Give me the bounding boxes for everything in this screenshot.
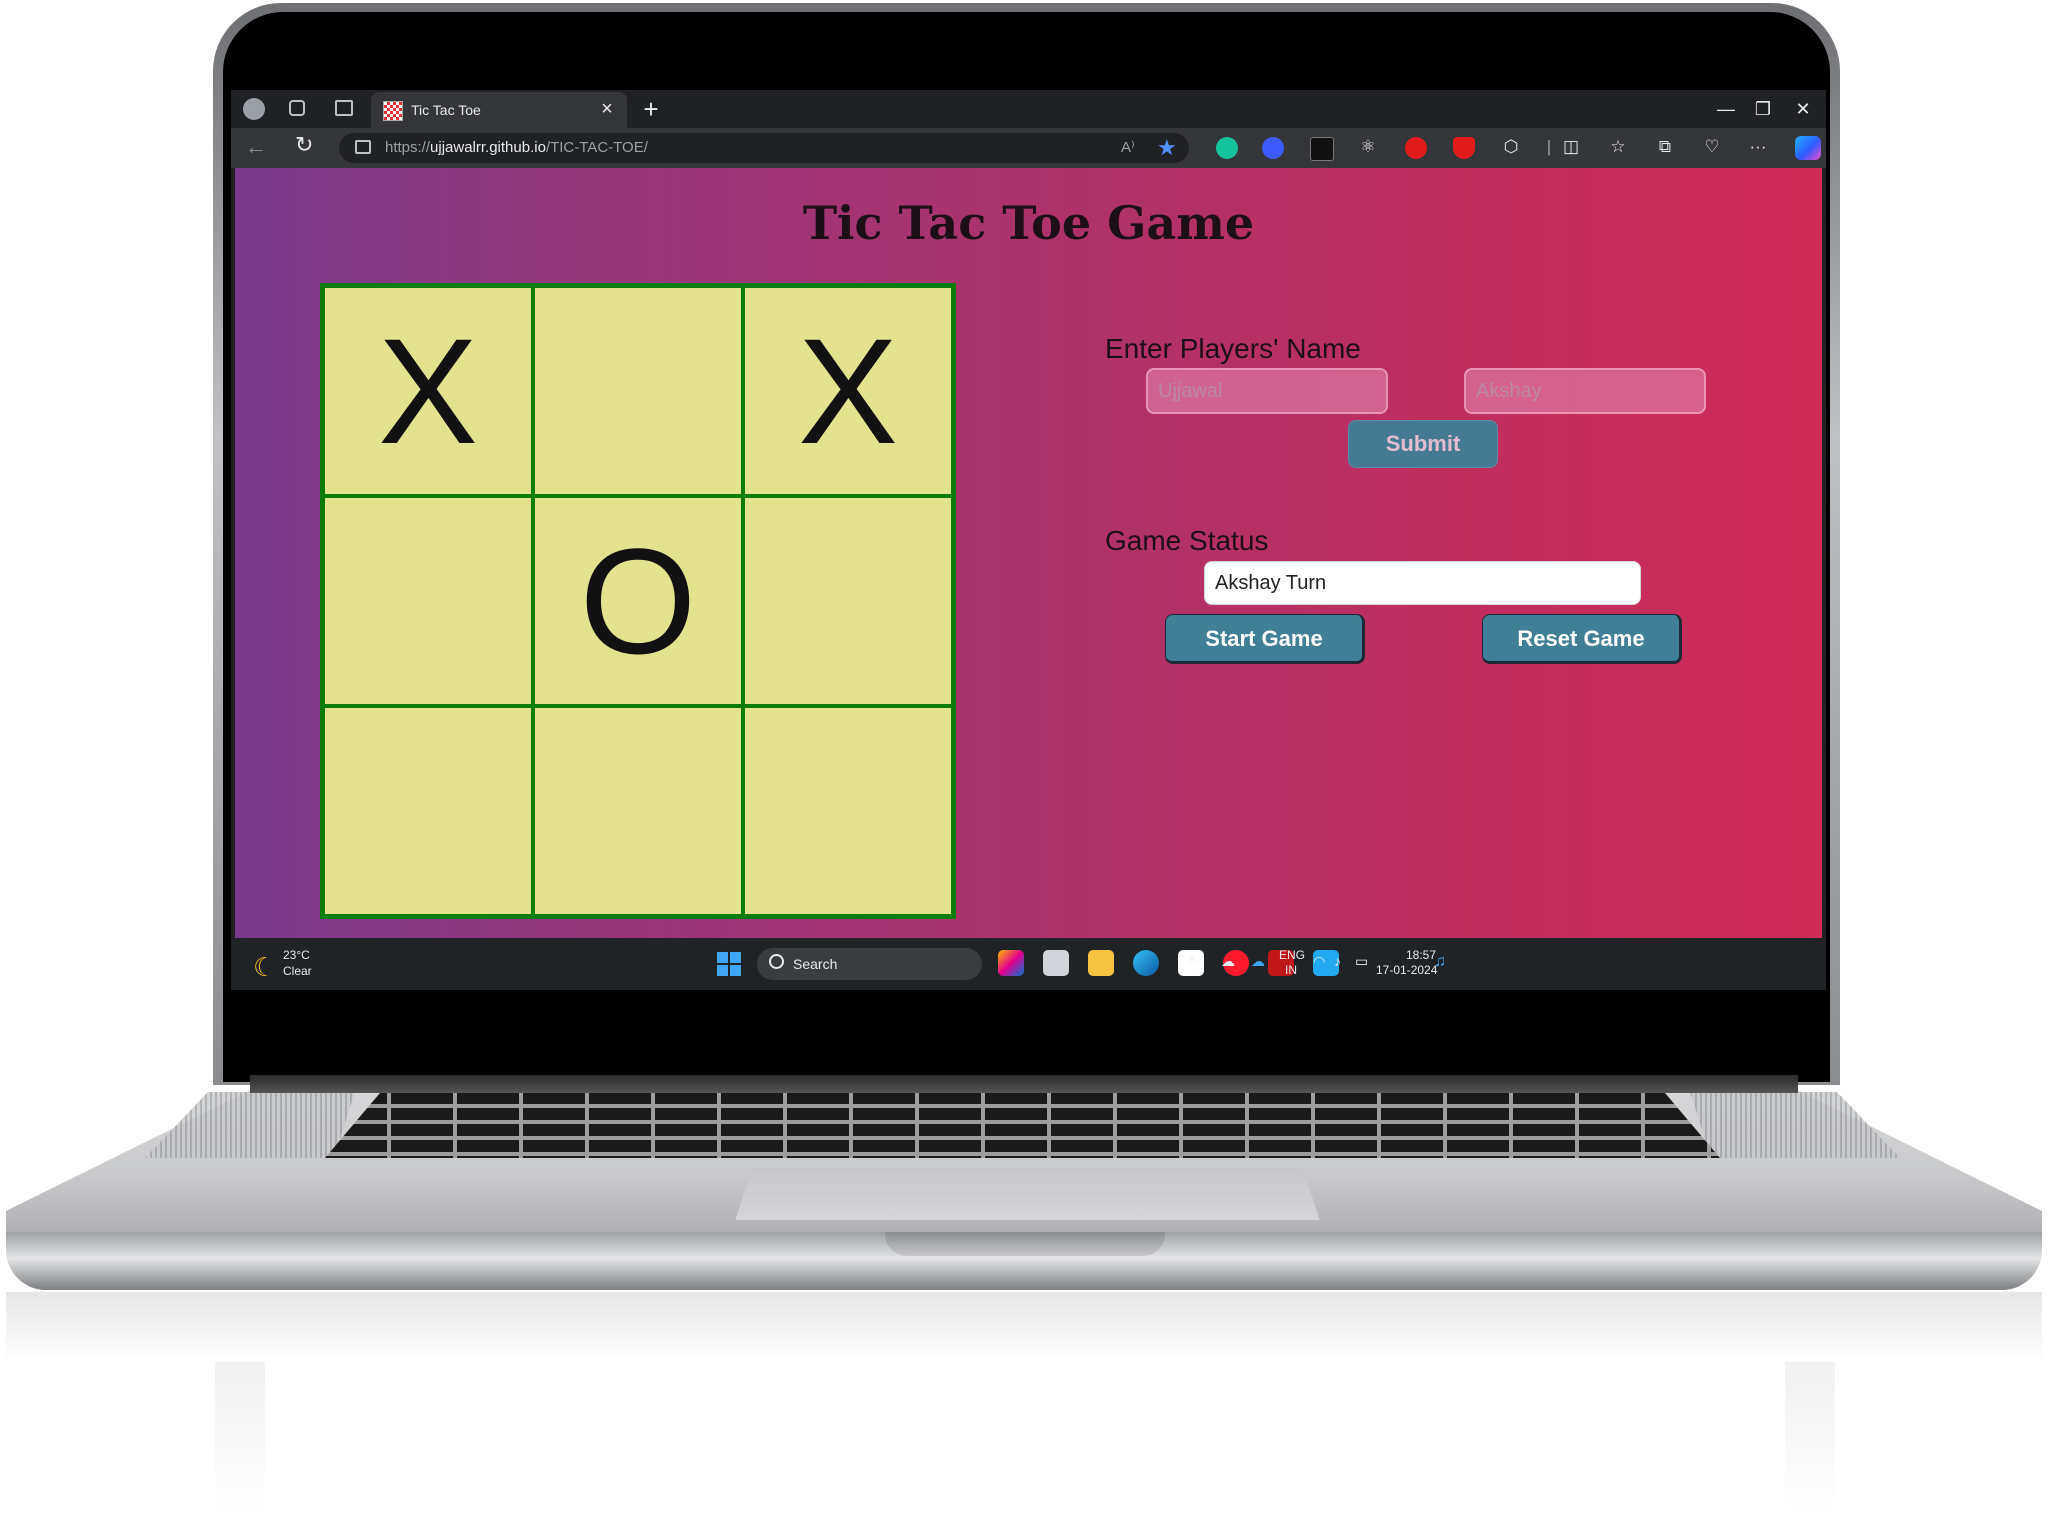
extension-icon[interactable] — [1310, 137, 1334, 161]
board-cell[interactable]: X — [743, 286, 953, 496]
tab-title: Tic Tac Toe — [411, 102, 481, 118]
copilot-app-icon[interactable] — [998, 950, 1024, 976]
clock-date[interactable]: 17-01-2024 — [1376, 963, 1437, 977]
profile-icon[interactable] — [243, 98, 265, 120]
language-indicator-bottom[interactable]: IN — [1285, 963, 1297, 977]
extensions-puzzle-icon[interactable]: ⬡ — [1501, 137, 1521, 157]
reset-game-button[interactable]: Reset Game — [1482, 614, 1682, 664]
laptop-reflection-right — [1785, 1362, 1835, 1512]
board-cell[interactable] — [323, 706, 533, 916]
player2-name-input[interactable] — [1464, 368, 1706, 414]
lock-icon[interactable] — [355, 140, 371, 154]
board-cell[interactable] — [533, 286, 743, 496]
clock-time[interactable]: 18:57 — [1406, 948, 1436, 962]
windows-taskbar: ☾ 23°C Clear Search ^ ☁ ☁ ENG IN ◠ ♪ ▭ 1… — [231, 938, 1826, 990]
read-aloud-icon[interactable]: A⁾ — [1121, 138, 1135, 156]
notification-bell-icon[interactable]: ♫ — [1434, 953, 1446, 971]
language-indicator-top[interactable]: ENG — [1279, 948, 1305, 962]
tab-tic-tac-toe[interactable]: Tic Tac Toe × — [371, 92, 627, 128]
game-status-label: Game Status — [1105, 525, 1269, 556]
taskbar-search-label: Search — [793, 956, 838, 972]
laptop-notch — [885, 1232, 1165, 1256]
game-board: X X O — [320, 283, 956, 919]
split-screen-icon[interactable]: ◫ — [1561, 137, 1581, 157]
search-icon — [769, 954, 784, 969]
browser-toolbar: ← ↻ https://ujjawalrr.github.io/TIC-TAC-… — [231, 128, 1826, 168]
favorite-star-icon[interactable]: ★ — [1157, 135, 1177, 161]
battery-icon[interactable]: ▭ — [1355, 953, 1368, 970]
extension-icon[interactable] — [1262, 137, 1284, 159]
minimize-button[interactable]: — — [1706, 94, 1746, 124]
browser-essentials-icon[interactable]: ♡ — [1702, 137, 1722, 157]
tab-favicon-icon — [383, 101, 403, 121]
copilot-icon[interactable] — [1795, 136, 1821, 160]
file-explorer-icon[interactable] — [1088, 950, 1114, 976]
wifi-icon[interactable]: ◠ — [1313, 953, 1325, 970]
players-name-label: Enter Players' Name — [1105, 333, 1361, 364]
collections-icon[interactable]: ⧉ — [1655, 137, 1675, 157]
more-menu-icon[interactable]: ··· — [1748, 137, 1768, 157]
board-cell[interactable] — [323, 496, 533, 706]
edge-browser-icon[interactable] — [1133, 950, 1159, 976]
laptop-hinge — [250, 1075, 1798, 1093]
back-arrow-icon[interactable]: ← — [245, 134, 267, 160]
taskbar-search[interactable]: Search — [757, 948, 982, 980]
player1-name-input[interactable] — [1146, 368, 1388, 414]
screen: Tic Tac Toe × + — ❐ ✕ ← ↻ https://ujjawa… — [231, 90, 1826, 990]
moon-weather-icon[interactable]: ☾ — [253, 952, 276, 983]
start-game-button[interactable]: Start Game — [1165, 614, 1365, 664]
maximize-button[interactable]: ❐ — [1743, 94, 1783, 124]
board-cell[interactable]: X — [323, 286, 533, 496]
volume-icon[interactable]: ♪ — [1334, 953, 1341, 969]
new-tab-button[interactable]: + — [636, 94, 666, 124]
board-cell[interactable] — [533, 706, 743, 916]
react-devtools-icon[interactable]: ⚛ — [1358, 137, 1378, 157]
onedrive-icon[interactable]: ☁ — [1251, 953, 1265, 970]
cloud-icon[interactable]: ☁ — [1221, 953, 1235, 970]
weather-condition[interactable]: Clear — [283, 964, 312, 978]
trackpad — [735, 1168, 1320, 1221]
url-host: ujjawalrr.github.io — [430, 139, 546, 156]
toolbar-divider: | — [1546, 137, 1552, 156]
shield-extension-icon[interactable] — [1453, 137, 1475, 159]
windows-start-icon[interactable] — [717, 952, 741, 976]
workspaces-icon[interactable] — [289, 100, 305, 116]
adblock-extension-icon[interactable] — [1405, 137, 1427, 159]
laptop-reflection — [6, 1292, 2042, 1362]
task-view-icon[interactable] — [1043, 950, 1069, 976]
url-scheme: https:// — [385, 139, 431, 156]
board-cell[interactable] — [743, 706, 953, 916]
address-bar[interactable]: https://ujjawalrr.github.io/TIC-TAC-TOE/… — [339, 133, 1189, 163]
browser-tab-bar: Tic Tac Toe × + — ❐ ✕ — [231, 90, 1826, 128]
weather-temperature[interactable]: 23°C — [283, 948, 310, 962]
speaker-grille-right — [1690, 1092, 1900, 1158]
board-cell[interactable]: O — [533, 496, 743, 706]
board-cell[interactable] — [743, 496, 953, 706]
submit-button[interactable]: Submit — [1348, 420, 1498, 468]
web-page: Tic Tac Toe Game X X O Enter Players' Na… — [235, 168, 1822, 938]
page-title: Tic Tac Toe Game — [802, 196, 1255, 250]
url-text[interactable]: https://ujjawalrr.github.io/TIC-TAC-TOE/ — [385, 139, 648, 156]
reload-icon[interactable]: ↻ — [295, 132, 313, 158]
chevron-up-icon[interactable]: ^ — [1189, 954, 1195, 969]
tab-close-icon[interactable]: × — [597, 98, 617, 122]
close-window-button[interactable]: ✕ — [1783, 94, 1823, 124]
speaker-grille-left — [145, 1092, 355, 1158]
game-status-field: Akshay Turn — [1204, 561, 1641, 605]
grammarly-extension-icon[interactable] — [1216, 137, 1238, 159]
keyboard-keys — [325, 1092, 1720, 1158]
tab-actions-icon[interactable] — [335, 100, 353, 116]
favorites-icon[interactable]: ☆ — [1608, 137, 1628, 157]
url-path: /TIC-TAC-TOE/ — [545, 139, 648, 156]
laptop-reflection-left — [215, 1362, 265, 1512]
